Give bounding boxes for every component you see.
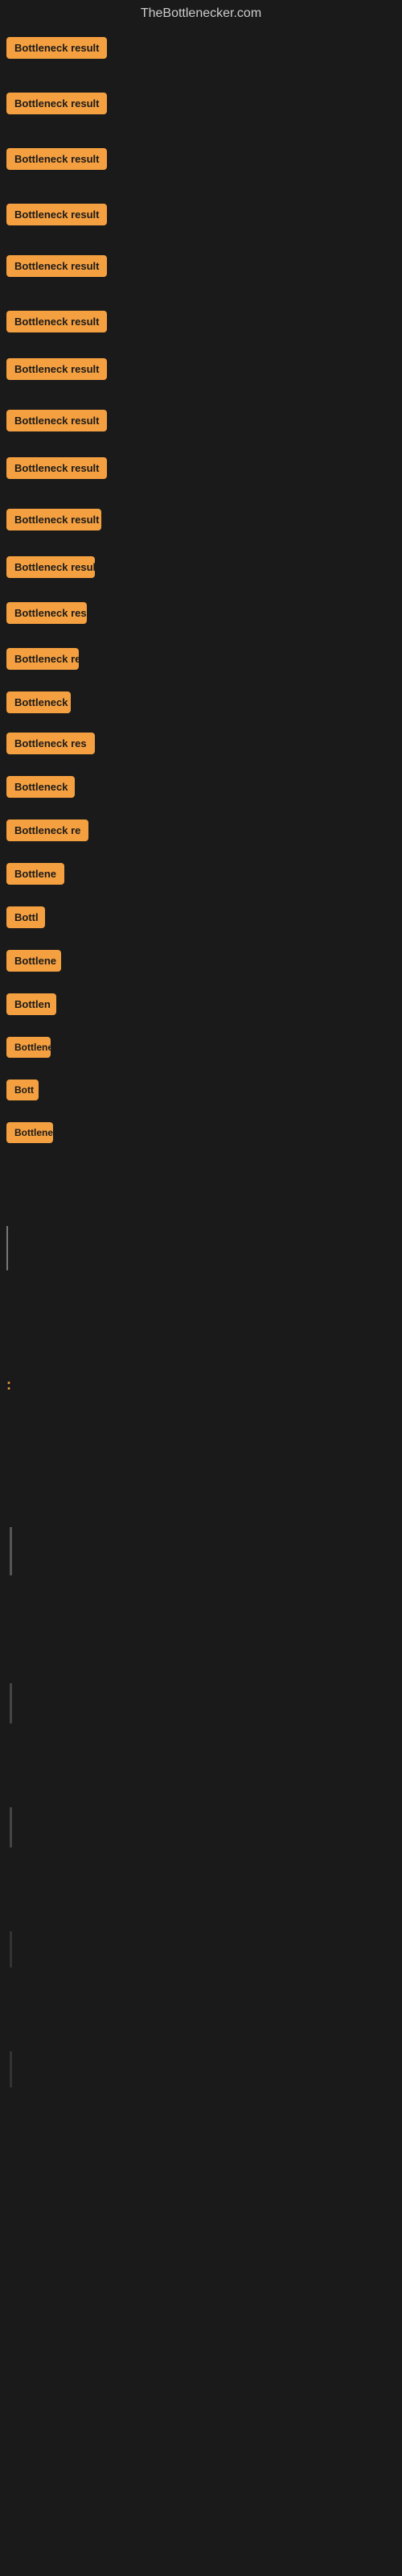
list-item: Bottleneck result [3,27,399,83]
bottleneck-badge[interactable]: Bottleneck result [6,556,95,578]
bottleneck-badge[interactable]: Bottleneck re [6,819,88,841]
bottleneck-list: Bottleneck result Bottleneck result Bott… [0,27,402,1155]
bottleneck-badge[interactable]: Bottleneck result [6,457,107,479]
bottleneck-badge[interactable]: Bottleneck result [6,691,71,713]
bottom-block-2 [3,1674,399,1733]
list-item: Bottleneck result [3,301,399,349]
list-item: Bottleneck result [3,138,399,194]
list-item: Bottleneck result [3,349,399,400]
list-item: Bottleneck [3,766,399,810]
bottleneck-badge[interactable]: Bottleneck result [6,255,107,277]
bottleneck-badge[interactable]: Bottleneck result [6,93,107,114]
list-item: Bottleneck result [3,400,399,448]
list-item: Bott [3,1070,399,1113]
bottleneck-badge[interactable]: Bott [6,1080,39,1100]
list-item: Bottlene [3,1113,399,1155]
bottom-block-4 [3,1922,399,1977]
list-item: Bottlen [3,984,399,1027]
site-title-container: TheBottlenecker.com [0,0,402,27]
bottleneck-badge[interactable]: Bottleneck [6,1037,51,1058]
bar-marker-4 [10,1931,12,1967]
bottom-block-5 [3,2041,399,2097]
bottleneck-badge[interactable]: Bottleneck result [6,358,107,380]
bottleneck-badge[interactable]: Bottl [6,906,45,928]
bottom-block-1 [3,1517,399,1585]
list-item: Bottleneck res [3,723,399,766]
list-item: Bottl [3,897,399,940]
bottleneck-badge[interactable]: Bottleneck result [6,509,101,530]
bottleneck-badge[interactable]: Bottleneck result [6,410,107,431]
bar-marker [10,1527,12,1575]
bar-marker-2 [10,1683,12,1724]
bottleneck-badge[interactable]: Bottleneck result [6,204,107,225]
list-item: Bottleneck [3,1027,399,1070]
bottleneck-badge[interactable]: Bottlen [6,993,56,1015]
list-item: Bottleneck result [3,547,399,592]
bottleneck-badge[interactable]: Bottleneck res [6,733,95,754]
list-item: Bottleneck result [3,592,399,638]
bottleneck-badge[interactable]: Bottleneck result [6,148,107,170]
site-title: TheBottlenecker.com [0,0,402,27]
list-item: Bottleneck result [3,682,399,723]
bar-marker-5 [10,2051,12,2087]
list-item: Bottleneck result [3,638,399,682]
vertical-line-marker [6,1226,8,1270]
bottleneck-badge[interactable]: Bottleneck [6,776,75,798]
bottleneck-badge[interactable]: Bottlene [6,1122,53,1143]
list-item: Bottleneck result [3,194,399,246]
bottleneck-badge[interactable]: Bottlene [6,950,61,972]
bar-marker-3 [10,1807,12,1847]
bottom-block-3 [3,1798,399,1857]
list-item: Bottleneck result [3,499,399,547]
list-item: Bottleneck re [3,810,399,853]
list-item: Bottleneck result [3,83,399,138]
bottleneck-badge[interactable]: Bottleneck result [6,602,87,624]
list-item: Bottleneck result [3,246,399,301]
list-item: Bottlene [3,853,399,897]
colon-marker: : [3,1373,399,1397]
bottom-section: : [0,1171,402,2105]
list-item: Bottlene [3,940,399,984]
list-item: Bottleneck result [3,448,399,499]
bottleneck-badge[interactable]: Bottlene [6,863,64,885]
bottleneck-badge[interactable]: Bottleneck result [6,37,107,59]
bottleneck-badge[interactable]: Bottleneck result [6,311,107,332]
bottleneck-badge[interactable]: Bottleneck result [6,648,79,670]
